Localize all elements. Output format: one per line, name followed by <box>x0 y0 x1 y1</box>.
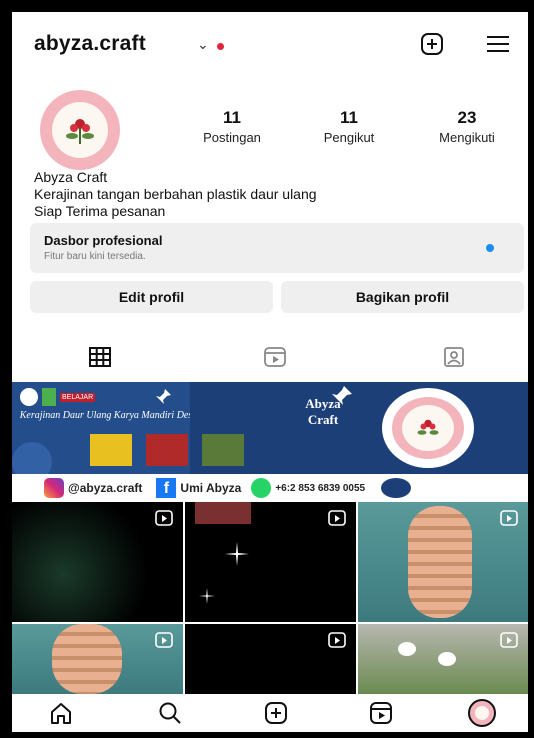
stat-posts-count: 11 <box>223 108 241 127</box>
reel-post-thumbnail[interactable] <box>358 502 528 622</box>
tab-reels[interactable] <box>260 342 290 372</box>
create-icon[interactable] <box>263 700 289 726</box>
chevron-down-icon[interactable]: ⌄ <box>197 36 209 53</box>
flower-craft-image <box>398 642 416 656</box>
product-photo <box>202 434 244 466</box>
tagged-icon <box>444 347 464 367</box>
bottom-navigation <box>12 694 528 732</box>
stat-following[interactable]: 23 Mengikuti <box>417 108 517 145</box>
professional-dashboard-card[interactable]: Dasbor profesional Fitur baru kini terse… <box>30 223 524 273</box>
home-icon[interactable] <box>48 700 74 726</box>
reel-post-thumbnail[interactable] <box>12 624 183 694</box>
stat-followers[interactable]: 11 Pengikut <box>304 108 394 145</box>
banner-right-tile <box>362 382 528 474</box>
facebook-name: Umi Abyza <box>180 481 242 495</box>
banner-contact-strip: @abyza.craft f Umi Abyza +6:2 853 6839 0… <box>12 474 528 502</box>
reels-icon <box>264 347 286 367</box>
banner-brand-line2: Craft <box>307 412 339 427</box>
facebook-icon: f <box>156 478 177 498</box>
stat-followers-count: 11 <box>340 108 358 127</box>
logo-circle <box>382 388 474 468</box>
stat-posts-label: Postingan <box>203 130 261 145</box>
edit-profile-button[interactable]: Edit profil <box>30 281 273 313</box>
post-grid <box>12 502 528 694</box>
dashboard-title: Dasbor profesional <box>44 233 163 248</box>
instagram-handle: @abyza.craft <box>68 481 143 495</box>
dashboard-subtitle: Fitur baru kini tersedia. <box>44 251 146 262</box>
profile-name: Abyza Craft <box>34 169 108 185</box>
whatsapp-number: +6:2 853 6839 0055 <box>275 482 366 494</box>
flower-logo-icon <box>417 419 439 435</box>
stat-following-count: 23 <box>457 108 477 127</box>
product-photo <box>146 434 188 466</box>
reel-indicator-icon <box>328 632 346 648</box>
pin-icon <box>156 389 171 404</box>
reel-indicator-icon <box>155 632 173 648</box>
stat-following-label: Mengikuti <box>439 130 495 145</box>
product-photo <box>90 434 132 466</box>
logo-shield-icon <box>42 388 56 406</box>
pin-icon <box>332 386 352 405</box>
profile-bio: Abyza Craft Kerajinan tangan berbahan pl… <box>34 169 317 220</box>
reel-post-thumbnail[interactable] <box>12 502 183 622</box>
flower-logo-icon <box>66 119 94 144</box>
stat-followers-label: Pengikut <box>323 130 375 145</box>
plus-square-icon[interactable] <box>419 32 445 56</box>
reel-indicator-icon <box>328 510 346 526</box>
account-username[interactable]: abyza.craft <box>34 32 146 56</box>
flower-craft-image <box>408 506 472 618</box>
post-image-fragment <box>195 502 251 524</box>
search-icon[interactable] <box>157 700 183 726</box>
reel-indicator-icon <box>500 632 518 648</box>
banner-mid-tile: Abyza Craft <box>190 382 362 474</box>
bio-line: Kerajinan tangan berbahan plastik daur u… <box>34 186 317 202</box>
bio-line: Siap Terima pesanan <box>34 203 166 219</box>
profile-avatar[interactable] <box>468 699 496 727</box>
profile-tabs <box>12 338 528 382</box>
hamburger-menu-icon[interactable] <box>485 32 511 56</box>
top-bar: abyza.craft ⌄ <box>12 12 528 74</box>
tab-tagged[interactable] <box>439 342 469 372</box>
reel-indicator-icon <box>155 510 173 526</box>
tab-grid[interactable] <box>85 342 115 372</box>
notification-dot <box>217 43 224 50</box>
logo-badge-icon <box>381 478 412 498</box>
reel-post-thumbnail[interactable] <box>185 624 356 694</box>
new-feature-dot <box>486 244 494 252</box>
grid-icon <box>89 347 111 367</box>
flower-craft-image <box>438 652 456 666</box>
whatsapp-icon <box>251 478 272 498</box>
stat-posts[interactable]: 11 Postingan <box>187 108 277 145</box>
reel-post-thumbnail[interactable] <box>185 502 356 622</box>
logo-badge-icon <box>20 388 38 406</box>
sparkle-icon <box>225 542 249 566</box>
share-profile-button[interactable]: Bagikan profil <box>281 281 524 313</box>
instagram-icon <box>44 478 64 498</box>
reel-post-thumbnail[interactable] <box>358 624 528 694</box>
profile-avatar[interactable] <box>40 90 120 170</box>
reel-indicator-icon <box>500 510 518 526</box>
app-screen: abyza.craft ⌄ 11 Postingan 11 Pengikut 2… <box>12 12 528 732</box>
banner-post[interactable]: BELAJAR Kerajinan Daur Ulang Karya Mandi… <box>12 382 528 502</box>
badge-text: BELAJAR <box>60 392 96 402</box>
flower-craft-image <box>52 624 122 694</box>
sparkle-icon <box>199 588 215 604</box>
reels-icon[interactable] <box>368 700 394 726</box>
banner-left-tile: BELAJAR Kerajinan Daur Ulang Karya Mandi… <box>12 382 252 482</box>
